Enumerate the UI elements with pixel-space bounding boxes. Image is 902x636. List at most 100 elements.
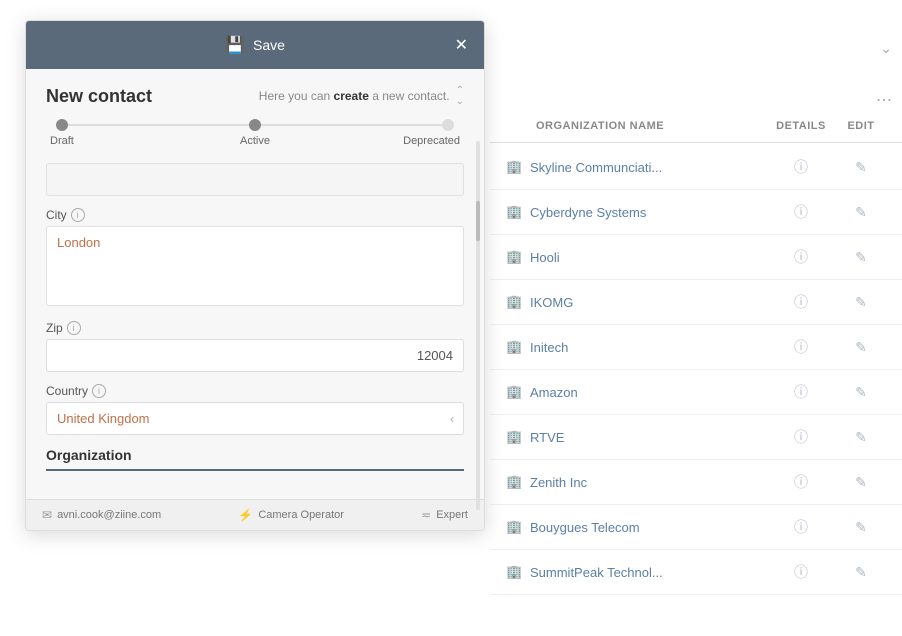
info-icon[interactable]: ⓘ — [794, 474, 808, 490]
chevron-down-icon[interactable]: ⌄ — [880, 40, 892, 57]
edit-icon[interactable]: ✎ — [855, 339, 867, 355]
save-button-label[interactable]: Save — [253, 37, 285, 53]
progress-label-active: Active — [215, 135, 295, 147]
more-options-icon[interactable]: ⋯ — [876, 90, 892, 110]
org-icon: 🏢 — [506, 429, 522, 445]
city-field-group: City i London — [46, 208, 464, 309]
edit-icon[interactable]: ✎ — [855, 204, 867, 220]
info-icon[interactable]: ⓘ — [794, 204, 808, 220]
info-icon[interactable]: ⓘ — [794, 564, 808, 580]
details-cell[interactable]: ⓘ — [766, 337, 836, 357]
org-table-body: 🏢 Skyline Communciati... ⓘ ✎ 🏢 Cyberdyne… — [490, 145, 902, 596]
details-cell[interactable]: ⓘ — [766, 562, 836, 582]
modal-close-button[interactable]: ✕ — [455, 35, 468, 55]
table-row: 🏢 Initech ⓘ ✎ — [490, 325, 902, 370]
org-name-cell[interactable]: Initech — [530, 340, 766, 355]
city-textarea[interactable]: London — [46, 226, 464, 306]
edit-cell[interactable]: ✎ — [836, 519, 886, 536]
edit-icon[interactable]: ✎ — [855, 294, 867, 310]
progress-label-deprecated: Deprecated — [380, 135, 460, 147]
details-cell[interactable]: ⓘ — [766, 157, 836, 177]
edit-cell[interactable]: ✎ — [836, 159, 886, 176]
country-info-icon[interactable]: i — [92, 384, 106, 398]
country-field-group: Country i United Kingdom United States F… — [46, 384, 464, 435]
edit-cell[interactable]: ✎ — [836, 474, 886, 491]
scroll-thumb[interactable] — [476, 201, 480, 241]
org-name-cell[interactable]: Amazon — [530, 385, 766, 400]
org-icon: 🏢 — [506, 474, 522, 490]
edit-cell[interactable]: ✎ — [836, 429, 886, 446]
edit-cell[interactable]: ✎ — [836, 204, 886, 221]
footer-email-item: ✉ avni.cook@ziine.com — [42, 508, 161, 522]
table-header: ORGANIZATION NAME DETAILS EDIT — [490, 110, 902, 143]
details-cell[interactable]: ⓘ — [766, 517, 836, 537]
table-row: 🏢 Bouygues Telecom ⓘ ✎ — [490, 505, 902, 550]
address-input[interactable] — [46, 163, 464, 196]
org-name-cell[interactable]: Hooli — [530, 250, 766, 265]
details-cell[interactable]: ⓘ — [766, 202, 836, 222]
table-row: 🏢 SummitPeak Technol... ⓘ ✎ — [490, 550, 902, 595]
edit-icon[interactable]: ✎ — [855, 159, 867, 175]
info-icon[interactable]: ⓘ — [794, 519, 808, 535]
table-row: 🏢 Skyline Communciati... ⓘ ✎ — [490, 145, 902, 190]
org-name-cell[interactable]: Bouygues Telecom — [530, 520, 766, 535]
progress-dot-draft — [56, 119, 68, 131]
city-info-icon[interactable]: i — [71, 208, 85, 222]
org-name-cell[interactable]: IKOMG — [530, 295, 766, 310]
country-wrapper: United Kingdom United States France Germ… — [46, 402, 464, 435]
zip-info-icon[interactable]: i — [67, 321, 81, 335]
details-cell[interactable]: ⓘ — [766, 427, 836, 447]
zip-label: Zip i — [46, 321, 464, 335]
info-icon[interactable]: ⓘ — [794, 249, 808, 265]
edit-icon[interactable]: ✎ — [855, 474, 867, 490]
contact-form-title: New contact — [46, 86, 152, 107]
footer-email: avni.cook@ziine.com — [57, 509, 161, 521]
org-name-cell[interactable]: RTVE — [530, 430, 766, 445]
edit-cell[interactable]: ✎ — [836, 384, 886, 401]
contact-title-row: New contact Here you can create a new co… — [46, 85, 464, 107]
progress-line-1 — [68, 124, 249, 126]
org-icon: 🏢 — [506, 159, 522, 175]
hint-arrows[interactable]: ⌃⌄ — [456, 85, 464, 107]
info-icon[interactable]: ⓘ — [794, 294, 808, 310]
org-name-cell[interactable]: SummitPeak Technol... — [530, 565, 766, 580]
email-icon: ✉ — [42, 508, 52, 522]
footer-role-item: ⚡ Camera Operator — [238, 508, 344, 522]
info-icon[interactable]: ⓘ — [794, 159, 808, 175]
progress-label-draft: Draft — [50, 135, 130, 147]
edit-icon[interactable]: ✎ — [855, 519, 867, 535]
edit-cell[interactable]: ✎ — [836, 294, 886, 311]
country-select[interactable]: United Kingdom United States France Germ… — [46, 402, 464, 435]
info-icon[interactable]: ⓘ — [794, 429, 808, 445]
edit-cell[interactable]: ✎ — [836, 249, 886, 266]
table-row: 🏢 Zenith Inc ⓘ ✎ — [490, 460, 902, 505]
zip-field-group: Zip i — [46, 321, 464, 372]
city-label: City i — [46, 208, 464, 222]
edit-icon[interactable]: ✎ — [855, 564, 867, 580]
details-cell[interactable]: ⓘ — [766, 472, 836, 492]
org-icon: 🏢 — [506, 339, 522, 355]
details-cell[interactable]: ⓘ — [766, 292, 836, 312]
progress-dot-deprecated — [442, 119, 454, 131]
edit-cell[interactable]: ✎ — [836, 339, 886, 356]
details-cell[interactable]: ⓘ — [766, 247, 836, 267]
org-name-cell[interactable]: Zenith Inc — [530, 475, 766, 490]
edit-icon[interactable]: ✎ — [855, 429, 867, 445]
edit-icon[interactable]: ✎ — [855, 384, 867, 400]
details-cell[interactable]: ⓘ — [766, 382, 836, 402]
edit-icon[interactable]: ✎ — [855, 249, 867, 265]
info-icon[interactable]: ⓘ — [794, 384, 808, 400]
country-label: Country i — [46, 384, 464, 398]
info-icon[interactable]: ⓘ — [794, 339, 808, 355]
modal-title-bar: 💾 Save — [225, 35, 285, 55]
org-name-cell[interactable]: Skyline Communciati... — [530, 160, 766, 175]
footer-level: Expert — [436, 509, 468, 521]
zip-input[interactable] — [46, 339, 464, 372]
org-name-cell[interactable]: Cyberdyne Systems — [530, 205, 766, 220]
org-icon: 🏢 — [506, 204, 522, 220]
level-icon: ≂ — [421, 508, 431, 522]
edit-cell[interactable]: ✎ — [836, 564, 886, 581]
table-row: 🏢 Hooli ⓘ ✎ — [490, 235, 902, 280]
footer-level-item: ≂ Expert — [421, 508, 468, 522]
city-above-input-group — [46, 163, 464, 196]
